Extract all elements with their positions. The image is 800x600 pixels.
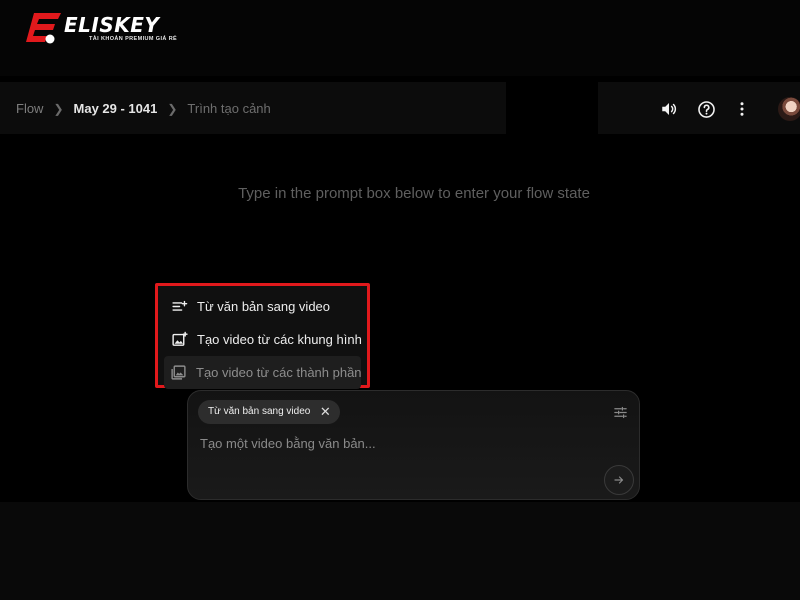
- brand-logo: ELISKEY TÀI KHOẢN PREMIUM GIÁ RẺ: [26, 10, 178, 46]
- logo-brand-text: ELISKEY: [64, 13, 160, 37]
- mode-frames-to-video[interactable]: Tạo video từ các khung hình: [158, 323, 367, 356]
- chevron-right-icon: ❯: [167, 101, 178, 116]
- mode-chip[interactable]: Từ văn bản sang video ✕: [198, 400, 341, 424]
- empty-state-hint: Type in the prompt box below to enter yo…: [238, 185, 590, 202]
- more-vert-icon[interactable]: [731, 98, 753, 120]
- mode-text-to-video[interactable]: Từ văn bản sang video: [158, 290, 367, 323]
- logo-mark-icon: [26, 13, 61, 44]
- mode-label: Từ văn bản sang video: [197, 299, 331, 314]
- breadcrumb-root-link[interactable]: Flow: [16, 101, 43, 116]
- frames-to-video-icon: [170, 331, 188, 349]
- prompt-input[interactable]: [200, 433, 610, 453]
- mode-chip-label: Từ văn bản sang video: [208, 406, 311, 417]
- mode-menu: Từ văn bản sang video Tạo video từ các k…: [155, 283, 370, 389]
- volume-icon[interactable]: [658, 98, 680, 120]
- user-avatar[interactable]: [778, 97, 800, 121]
- logo-tagline: TÀI KHOẢN PREMIUM GIÁ RẺ: [89, 36, 178, 42]
- ingredients-to-video-icon: [170, 364, 187, 382]
- chevron-right-icon: ❯: [53, 101, 64, 116]
- app-window: Flow ❯ May 29 - 1041 ❯ Trình tạo cảnh Ty…: [0, 76, 800, 502]
- mode-label: Tạo video từ các thành phần: [196, 365, 362, 380]
- mode-ingredients-to-video[interactable]: Tạo video từ các thành phần: [164, 356, 362, 389]
- arrow-right-icon: [614, 476, 624, 484]
- page-footer-area: [0, 502, 800, 600]
- text-to-video-icon: [170, 298, 188, 316]
- breadcrumb: Flow ❯ May 29 - 1041 ❯ Trình tạo cảnh: [16, 101, 271, 116]
- breadcrumb-current-page: Trình tạo cảnh: [187, 101, 271, 116]
- help-icon[interactable]: [695, 98, 717, 120]
- close-icon[interactable]: ✕: [316, 400, 334, 424]
- send-button[interactable]: [604, 465, 634, 495]
- tune-settings-icon[interactable]: [611, 403, 629, 421]
- mode-label: Tạo video từ các khung hình: [197, 332, 362, 347]
- prompt-composer: Từ văn bản sang video ✕: [187, 390, 640, 500]
- breadcrumb-project-link[interactable]: May 29 - 1041: [74, 101, 158, 116]
